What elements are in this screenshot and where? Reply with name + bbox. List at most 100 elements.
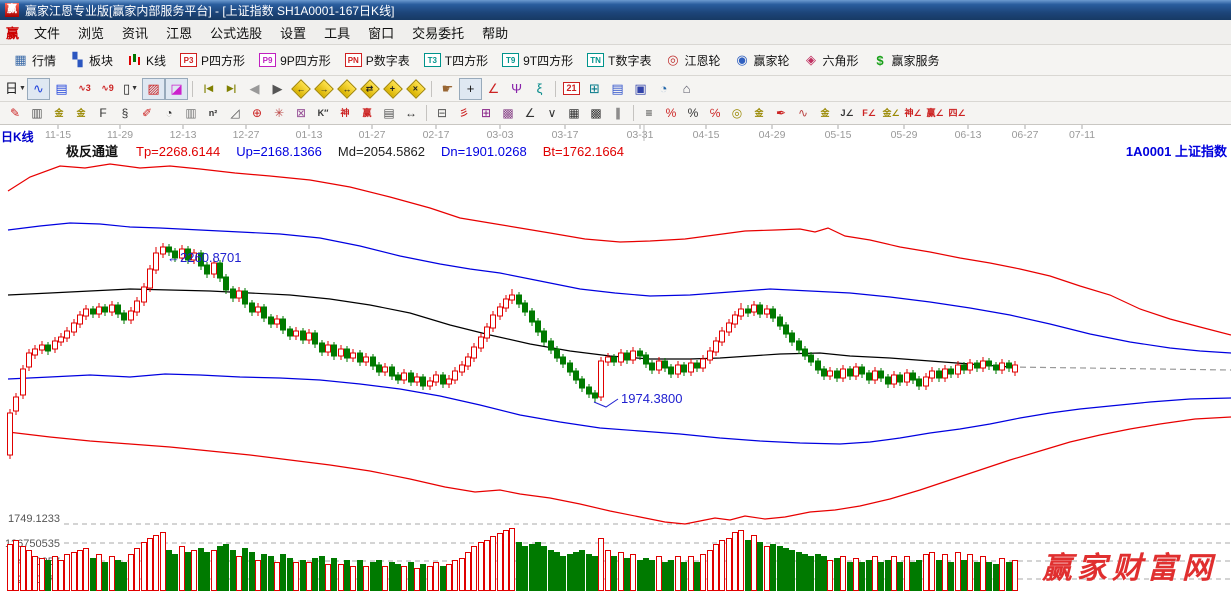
ruler-123-tool[interactable]: ▤ bbox=[378, 103, 400, 123]
pan-left-button[interactable]: ← bbox=[289, 78, 312, 100]
toolbar-kline-button[interactable]: K线 bbox=[120, 49, 173, 72]
v-wave-tool[interactable]: ∨ bbox=[541, 103, 563, 123]
compress-button[interactable]: ⇄ bbox=[358, 78, 381, 100]
hand-tool-button[interactable]: ☛ bbox=[436, 78, 459, 100]
gann-box-tool[interactable]: ⊟ bbox=[431, 103, 453, 123]
marker-pen-tool[interactable]: ✒ bbox=[770, 103, 792, 123]
ying-ruler-tool[interactable]: 赢 bbox=[356, 103, 378, 123]
fan-box-tool[interactable]: ⊞ bbox=[475, 103, 497, 123]
toolbar-p-table-button[interactable]: PN P数字表 bbox=[338, 49, 417, 72]
wave-tool-button[interactable]: ξ bbox=[528, 78, 551, 100]
e-ruler-tool[interactable]: ≡ bbox=[638, 103, 660, 123]
percent-eq-tool[interactable]: ℅ bbox=[704, 103, 726, 123]
menu-item-6[interactable]: 工具 bbox=[315, 23, 359, 44]
menu-item-7[interactable]: 窗口 bbox=[359, 23, 403, 44]
toolbar-winner-wheel-button[interactable]: ◉ 赢家轮 bbox=[727, 49, 796, 72]
scale-ruler-tool[interactable]: ▥ bbox=[180, 103, 202, 123]
gold-line-tool[interactable]: 金 bbox=[748, 103, 770, 123]
golden-ruler-tool[interactable]: 金 bbox=[48, 103, 70, 123]
chart-wave-button[interactable]: ∿ bbox=[27, 77, 50, 100]
calculator-button[interactable]: ⊞ bbox=[583, 78, 606, 100]
calendar-button[interactable]: 21 bbox=[560, 78, 583, 100]
brush-tool[interactable]: ✎ bbox=[4, 103, 26, 123]
save-button[interactable]: ▣ bbox=[629, 78, 652, 100]
shen-ruler-tool[interactable]: 神 bbox=[334, 103, 356, 123]
toolbar-hexagon-button[interactable]: ◈ 六角形 bbox=[797, 49, 866, 72]
net-box-tool[interactable]: ▩ bbox=[497, 103, 519, 123]
n-square-tool[interactable]: n² bbox=[202, 103, 224, 123]
export-button[interactable]: ◔ bbox=[652, 78, 675, 100]
zoom-in-button[interactable]: + bbox=[381, 78, 404, 100]
menu-item-5[interactable]: 设置 bbox=[271, 23, 315, 44]
golden-ruler2-tool[interactable]: 金 bbox=[70, 103, 92, 123]
f-angle-tool[interactable]: F∠ bbox=[858, 103, 880, 123]
info-doc-button[interactable]: ▤ bbox=[50, 78, 73, 100]
menu-item-4[interactable]: 公式选股 bbox=[201, 23, 271, 44]
flag-chart-button[interactable]: ◪ bbox=[165, 77, 188, 100]
grid-dense-tool[interactable]: ▦ bbox=[563, 103, 585, 123]
menu-item-8[interactable]: 交易委托 bbox=[403, 23, 473, 44]
jin-angle-tool[interactable]: 金∠ bbox=[880, 103, 902, 123]
gann-tool-button[interactable]: Ψ bbox=[505, 78, 528, 100]
toolbar-t-table-button[interactable]: TN T数字表 bbox=[580, 49, 658, 72]
f-ruler-tool[interactable]: F bbox=[92, 103, 114, 123]
wave-3-button[interactable]: ∿3 bbox=[73, 78, 96, 100]
parallel-lines-tool[interactable]: ∥ bbox=[607, 103, 629, 123]
notes-button[interactable]: ▤ bbox=[606, 78, 629, 100]
si-angle-tool[interactable]: 四∠ bbox=[946, 103, 968, 123]
gold-circle-tool[interactable]: ◎ bbox=[726, 103, 748, 123]
menu-item-1[interactable]: 浏览 bbox=[69, 23, 113, 44]
next-button[interactable]: ▶ bbox=[266, 78, 289, 100]
angle-tool-button[interactable]: ∠ bbox=[482, 78, 505, 100]
indicator-values: Tp=2268.6144 Up=2168.1366 Md=2054.5862 Dn=1… bbox=[136, 144, 640, 159]
svg-text:←2260.8701: ←2260.8701 bbox=[167, 250, 241, 265]
pan-right-button[interactable]: → bbox=[312, 78, 335, 100]
menu-item-3[interactable]: 江恩 bbox=[157, 23, 201, 44]
grid-web-tool[interactable]: ⊠ bbox=[290, 103, 312, 123]
chart-area[interactable]: 11-15 11-29 12-13 12-27 01-13 01-27 02-17 03-03… bbox=[0, 125, 1231, 591]
kline-chart-canvas[interactable]: 11-15 11-29 12-13 12-27 01-13 01-27 02-17 03-03… bbox=[0, 125, 1231, 591]
toolbar-9t-square-button[interactable]: T9 9T四方形 bbox=[495, 49, 580, 72]
toolbar-t-square-button[interactable]: T3 T四方形 bbox=[417, 49, 495, 72]
time-cycle-tool[interactable]: ◔ bbox=[158, 103, 180, 123]
toolbar-9p-square-button[interactable]: P9 9P四方形 bbox=[252, 49, 338, 72]
ruler-tool[interactable]: ▥ bbox=[26, 103, 48, 123]
compass-tool[interactable]: ⊕ bbox=[246, 103, 268, 123]
last-button[interactable]: ▶| bbox=[220, 78, 243, 100]
pattern-box-button[interactable]: ▨ bbox=[142, 77, 165, 100]
prev-button[interactable]: ◀ bbox=[243, 78, 266, 100]
set-square-tool[interactable]: ◿ bbox=[224, 103, 246, 123]
width-arrows-tool[interactable]: ↔ bbox=[400, 103, 422, 123]
candle-style-button[interactable]: ▯ ▼ bbox=[119, 78, 142, 100]
menu-item-9[interactable]: 帮助 bbox=[473, 23, 517, 44]
j-angle-tool[interactable]: J∠ bbox=[836, 103, 858, 123]
gold-angle-tool[interactable]: 金 bbox=[814, 103, 836, 123]
crosshair-button[interactable]: + bbox=[459, 77, 482, 100]
wave-gold-tool[interactable]: ∿ bbox=[792, 103, 814, 123]
toolbar-p-square-button[interactable]: P3 P四方形 bbox=[173, 49, 252, 72]
marker-brush-tool[interactable]: ✐ bbox=[136, 103, 158, 123]
menu-item-0[interactable]: 文件 bbox=[25, 23, 69, 44]
k-mark-tool[interactable]: K″ bbox=[312, 103, 334, 123]
ying-angle-tool[interactable]: 赢∠ bbox=[924, 103, 946, 123]
fan-lines-tool[interactable]: 彡 bbox=[453, 103, 475, 123]
zoom-out-button[interactable]: × bbox=[404, 78, 427, 100]
shen-angle-tool[interactable]: 神∠ bbox=[902, 103, 924, 123]
period-day-button[interactable]: 日 ▼ bbox=[4, 78, 27, 100]
wave-9-button[interactable]: ∿9 bbox=[96, 78, 119, 100]
star-web-tool[interactable]: ✳ bbox=[268, 103, 290, 123]
spiral-tool[interactable]: § bbox=[114, 103, 136, 123]
menu-item-2[interactable]: 资讯 bbox=[113, 23, 157, 44]
expand-button[interactable]: ↔ bbox=[335, 78, 358, 100]
toolbar-gann-wheel-button[interactable]: ◎ 江恩轮 bbox=[658, 49, 727, 72]
toolbar-sectors-button[interactable]: ▚ 板块 bbox=[63, 49, 120, 72]
angle-set-tool[interactable]: ∠ bbox=[519, 103, 541, 123]
percent-tool[interactable]: % bbox=[682, 103, 704, 123]
grid-dense2-tool[interactable]: ▩ bbox=[585, 103, 607, 123]
first-button[interactable]: |◀ bbox=[197, 78, 220, 100]
9t-square-icon: T9 bbox=[502, 53, 520, 67]
percent-line-tool[interactable]: % bbox=[660, 103, 682, 123]
toolbar-quotes-button[interactable]: ▦ 行情 bbox=[6, 49, 63, 72]
network-button[interactable]: ⌂ bbox=[675, 78, 698, 100]
toolbar-winner-service-button[interactable]: $ 赢家服务 bbox=[866, 49, 947, 72]
